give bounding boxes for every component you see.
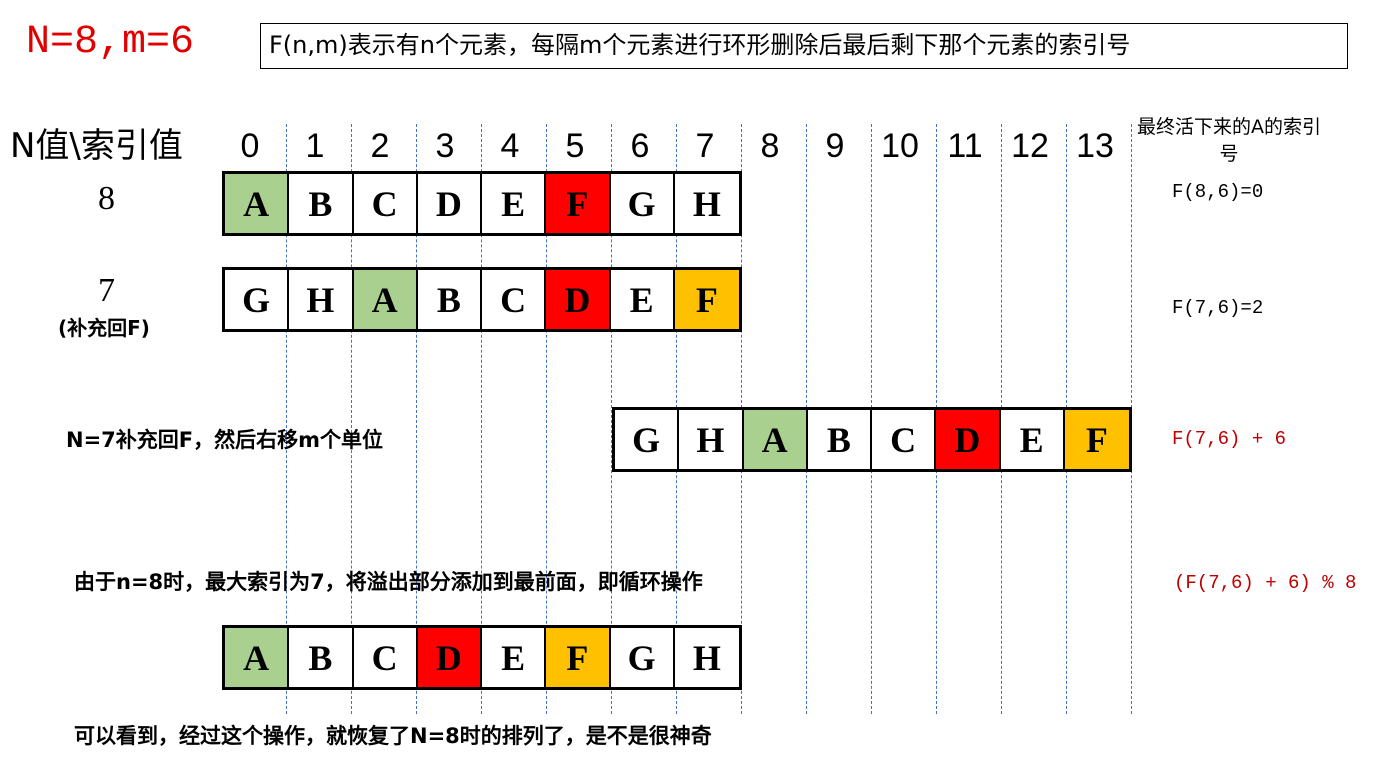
index-label-11: 11	[947, 127, 983, 165]
formula-wrap: (F(7,6) + 6) % 8	[1174, 572, 1357, 594]
formula-f-7-6: F(7,6)=2	[1172, 297, 1264, 319]
element-cell-b: B	[289, 174, 354, 233]
result-column-header: 最终活下来的A的索引号	[1137, 116, 1321, 165]
row-label-n7: 7	[98, 272, 115, 309]
element-cell-a: A	[225, 628, 290, 687]
element-cell-g: G	[615, 410, 680, 469]
element-cell-b: B	[807, 410, 872, 469]
index-label-1: 1	[305, 127, 325, 165]
index-label-8: 8	[760, 127, 780, 165]
element-cell-a: A	[225, 174, 290, 233]
element-cell-f: F	[546, 628, 611, 687]
element-cell-c: C	[353, 174, 418, 233]
index-label-13: 13	[1076, 127, 1114, 165]
element-cell-g: G	[610, 174, 675, 233]
element-row-n7: GHABCDEF	[222, 267, 742, 332]
element-row-restored: ABCDEFGH	[222, 625, 742, 690]
element-cell-b: B	[417, 270, 482, 329]
element-cell-d: D	[936, 410, 1001, 469]
element-cell-b: B	[289, 628, 354, 687]
element-cell-d: D	[417, 174, 482, 233]
index-label-9: 9	[825, 127, 845, 165]
index-label-10: 10	[881, 127, 919, 165]
element-cell-d: D	[417, 628, 482, 687]
index-label-0: 0	[240, 127, 260, 165]
row-sublabel-n7: (补充回F)	[58, 316, 150, 340]
element-cell-d: D	[546, 270, 611, 329]
index-label-7: 7	[695, 127, 715, 165]
formula-f-8-6: F(8,6)=0	[1172, 181, 1264, 203]
element-cell-c: C	[482, 270, 547, 329]
note-shift: N=7补充回F，然后右移m个单位	[66, 428, 384, 452]
element-cell-f: F	[674, 270, 739, 329]
index-label-2: 2	[370, 127, 390, 165]
element-row-n8: ABCDEFGH	[222, 171, 742, 236]
note-conclusion: 可以看到，经过这个操作，就恢复了N=8时的排列了，是不是很神奇	[74, 724, 712, 748]
element-cell-c: C	[872, 410, 937, 469]
note-wrap: 由于n=8时，最大索引为7，将溢出部分添加到最前面，即循环操作	[74, 570, 703, 594]
diagram-canvas: N=8,m=6 F(n,m)表示有n个元素，每隔m个元素进行环形删除后最后剩下那…	[0, 0, 1384, 768]
row-label-n8: 8	[98, 180, 115, 217]
element-cell-h: H	[674, 174, 739, 233]
element-cell-g: G	[225, 270, 290, 329]
diagram-title: N=8,m=6	[26, 20, 195, 65]
definition-box: F(n,m)表示有n个元素，每隔m个元素进行环形删除后最后剩下那个元素的索引号	[260, 23, 1348, 69]
index-label-3: 3	[435, 127, 455, 165]
element-cell-c: C	[353, 628, 418, 687]
element-cell-e: E	[482, 628, 547, 687]
element-cell-h: H	[674, 628, 739, 687]
formula-shift: F(7,6) + 6	[1172, 428, 1287, 450]
index-label-12: 12	[1011, 127, 1049, 165]
element-cell-f: F	[546, 174, 611, 233]
element-cell-g: G	[610, 628, 675, 687]
index-label-6: 6	[630, 127, 650, 165]
element-cell-h: H	[289, 270, 354, 329]
element-cell-e: E	[610, 270, 675, 329]
index-label-5: 5	[565, 127, 585, 165]
element-cell-f: F	[1064, 410, 1129, 469]
element-cell-e: E	[1000, 410, 1065, 469]
index-label-4: 4	[500, 127, 520, 165]
element-cell-h: H	[679, 410, 744, 469]
element-cell-e: E	[482, 174, 547, 233]
element-cell-a: A	[743, 410, 808, 469]
axis-header-label: N值\索引值	[10, 126, 183, 166]
element-row-shifted: GHABCDEF	[612, 407, 1132, 472]
element-cell-a: A	[353, 270, 418, 329]
